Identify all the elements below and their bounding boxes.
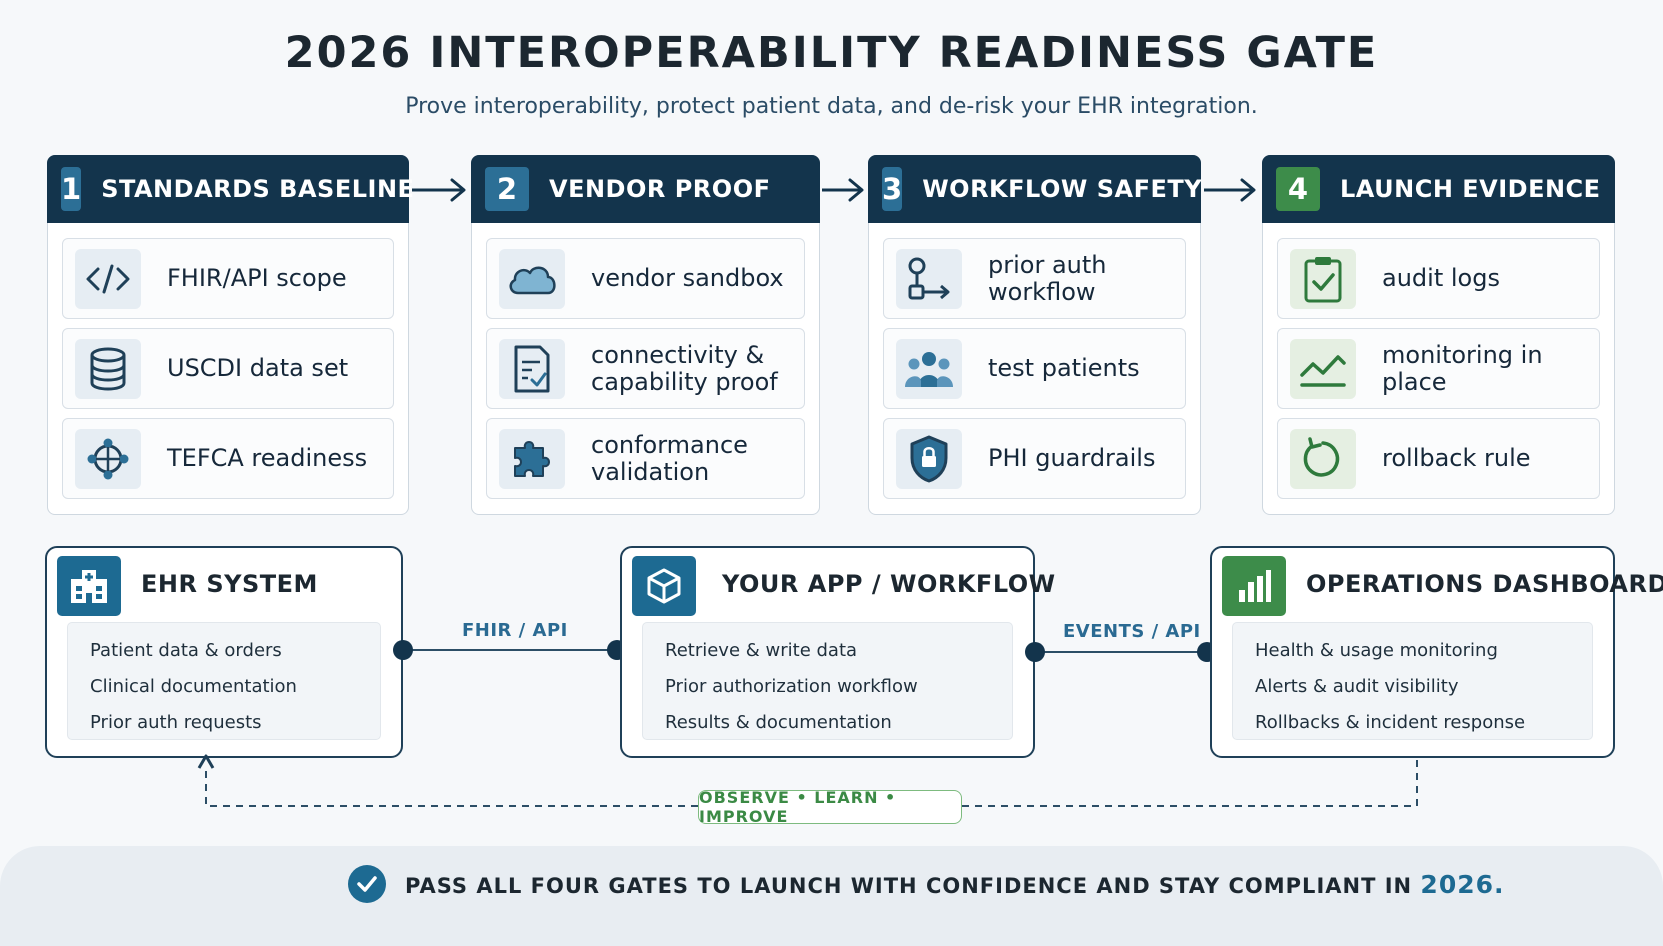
gate-number: 4 bbox=[1276, 167, 1320, 211]
trend-line-icon bbox=[1290, 339, 1356, 399]
gate-vendor-proof: 2 VENDOR PROOF vendor sandbox connectivi… bbox=[471, 155, 820, 515]
bar-chart-icon bbox=[1222, 556, 1286, 616]
connector-label: FHIR / API bbox=[462, 620, 568, 641]
database-icon bbox=[75, 339, 141, 399]
gate-item-label: audit logs bbox=[1382, 264, 1500, 293]
connector-label: EVENTS / API bbox=[1063, 621, 1201, 642]
connector-dot bbox=[393, 640, 413, 660]
gate-number: 3 bbox=[882, 167, 903, 211]
list-item: Prior auth requests bbox=[90, 712, 262, 733]
page-subtitle: Prove interoperability, protect patient … bbox=[405, 94, 1258, 119]
cloud-icon bbox=[499, 249, 565, 309]
gate-item: test patients bbox=[883, 328, 1186, 409]
gate-item: audit logs bbox=[1277, 238, 1600, 319]
connector-dot bbox=[1025, 642, 1045, 662]
arrow-right-icon bbox=[820, 176, 866, 204]
gate-item: PHI guardrails bbox=[883, 418, 1186, 499]
gate-item: FHIR/API scope bbox=[62, 238, 394, 319]
gate-title: STANDARDS BASELINE bbox=[101, 175, 415, 203]
list-item: Alerts & audit visibility bbox=[1255, 676, 1459, 697]
gate-header: 2 VENDOR PROOF bbox=[471, 155, 820, 223]
list-item: Prior authorization workflow bbox=[665, 676, 918, 697]
connector-line bbox=[403, 649, 617, 651]
gate-item-label: vendor sandbox bbox=[591, 264, 784, 293]
list-item: Retrieve & write data bbox=[665, 640, 858, 661]
people-icon bbox=[896, 339, 962, 399]
gate-header: 4 LAUNCH EVIDENCE bbox=[1262, 155, 1615, 223]
gate-title: VENDOR PROOF bbox=[549, 175, 771, 203]
page-title: 2026 INTEROPERABILITY READINESS GATE bbox=[284, 28, 1379, 78]
footer-message: PASS ALL FOUR GATES TO LAUNCH WITH CONFI… bbox=[405, 874, 1413, 898]
gate-item-label: connectivity & capability proof bbox=[591, 341, 778, 396]
shield-lock-icon bbox=[896, 429, 962, 489]
workflow-icon bbox=[896, 249, 962, 309]
system-operations-dashboard: OPERATIONS DASHBOARD Health & usage moni… bbox=[1210, 546, 1663, 758]
checklist-icon bbox=[499, 339, 565, 399]
gate-header: 3 WORKFLOW SAFETY bbox=[868, 155, 1203, 223]
gate-item-label: prior auth workflow bbox=[988, 251, 1107, 306]
gate-item: USCDI data set bbox=[62, 328, 394, 409]
footer-year: 2026. bbox=[1420, 870, 1505, 899]
system-title: OPERATIONS DASHBOARD bbox=[1306, 570, 1663, 598]
arrow-right-icon bbox=[1202, 176, 1258, 204]
arrow-right-icon bbox=[410, 176, 468, 204]
connector-line bbox=[1035, 651, 1207, 653]
gate-item-label: test patients bbox=[988, 354, 1140, 383]
gate-item-label: FHIR/API scope bbox=[167, 264, 347, 293]
gate-item-label: USCDI data set bbox=[167, 354, 349, 383]
clipboard-check-icon bbox=[1290, 249, 1356, 309]
gate-item: rollback rule bbox=[1277, 418, 1600, 499]
list-item: Patient data & orders bbox=[90, 640, 282, 661]
rollback-icon bbox=[1290, 429, 1356, 489]
loop-label: OBSERVE • LEARN • IMPROVE bbox=[698, 788, 962, 826]
gate-item-label: monitoring in place bbox=[1382, 341, 1543, 396]
puzzle-icon bbox=[499, 429, 565, 489]
gate-item: conformance validation bbox=[486, 418, 805, 499]
footer-text: PASS ALL FOUR GATES TO LAUNCH WITH CONFI… bbox=[405, 870, 1505, 899]
list-item: Clinical documentation bbox=[90, 676, 297, 697]
gate-launch-evidence: 4 LAUNCH EVIDENCE audit logs monitoring … bbox=[1262, 155, 1615, 515]
gate-item: monitoring in place bbox=[1277, 328, 1600, 409]
gate-item: prior auth workflow bbox=[883, 238, 1186, 319]
gate-number: 2 bbox=[485, 167, 529, 211]
gate-title: WORKFLOW SAFETY bbox=[922, 175, 1203, 203]
system-title: EHR SYSTEM bbox=[141, 570, 318, 598]
code-icon bbox=[75, 249, 141, 309]
system-capability-list: Patient data & orders Clinical documenta… bbox=[67, 622, 381, 740]
system-your-app: YOUR APP / WORKFLOW Retrieve & write dat… bbox=[620, 546, 1055, 758]
system-capability-list: Retrieve & write data Prior authorizatio… bbox=[642, 622, 1013, 740]
gate-workflow-safety: 3 WORKFLOW SAFETY prior auth workflow te… bbox=[868, 155, 1203, 515]
hospital-icon bbox=[57, 556, 121, 616]
list-item: Results & documentation bbox=[665, 712, 892, 733]
gate-item-label: PHI guardrails bbox=[988, 444, 1156, 473]
gate-item-label: TEFCA readiness bbox=[167, 444, 368, 473]
gate-title: LAUNCH EVIDENCE bbox=[1340, 175, 1601, 203]
list-item: Rollbacks & incident response bbox=[1255, 712, 1526, 733]
gate-number: 1 bbox=[61, 167, 82, 211]
gate-item: TEFCA readiness bbox=[62, 418, 394, 499]
check-circle-icon bbox=[348, 865, 386, 903]
system-capability-list: Health & usage monitoring Alerts & audit… bbox=[1232, 622, 1593, 740]
list-item: Health & usage monitoring bbox=[1255, 640, 1498, 661]
gate-item: connectivity & capability proof bbox=[486, 328, 805, 409]
gate-item: vendor sandbox bbox=[486, 238, 805, 319]
gate-item-label: rollback rule bbox=[1382, 444, 1531, 473]
system-title: YOUR APP / WORKFLOW bbox=[722, 570, 1056, 598]
gate-item-label: conformance validation bbox=[591, 431, 748, 486]
network-icon bbox=[75, 429, 141, 489]
cube-icon bbox=[632, 556, 696, 616]
gate-header: 1 STANDARDS BASELINE bbox=[47, 155, 414, 223]
system-ehr: EHR SYSTEM Patient data & orders Clinica… bbox=[45, 546, 403, 758]
gate-standards-baseline: 1 STANDARDS BASELINE FHIR/API scope USCD… bbox=[47, 155, 414, 515]
